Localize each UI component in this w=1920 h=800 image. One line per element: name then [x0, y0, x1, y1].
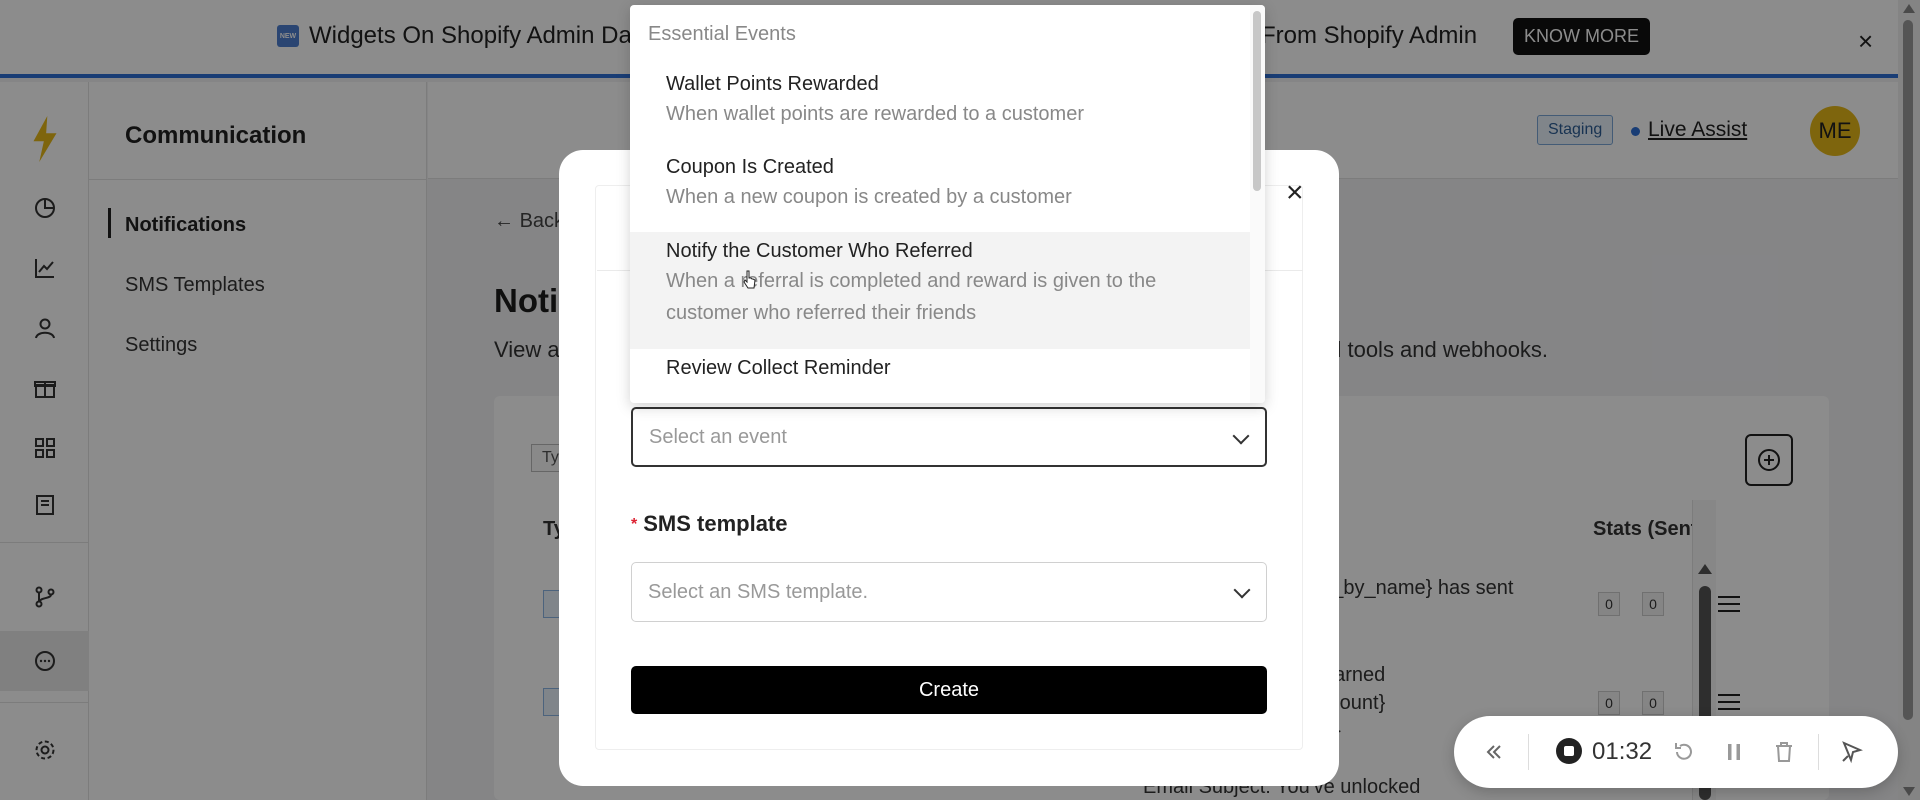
event-select-placeholder: Select an event	[649, 425, 787, 448]
dropdown-option-coupon-is-created[interactable]: Coupon Is Created When a new coupon is c…	[630, 148, 1250, 232]
stop-icon[interactable]	[1556, 738, 1582, 764]
option-title: Review Collect Reminder	[666, 357, 891, 379]
mouse-cursor-icon	[743, 270, 756, 289]
sms-template-label: * SMS template	[631, 511, 788, 537]
option-description: When wallet points are rewarded to a cus…	[666, 103, 1084, 125]
dropdown-scrollbar[interactable]	[1250, 5, 1265, 403]
sms-template-placeholder: Select an SMS template.	[648, 580, 869, 603]
option-description: When a new coupon is created by a custom…	[666, 186, 1072, 208]
pause-icon[interactable]	[1722, 740, 1746, 764]
required-marker: *	[631, 516, 638, 534]
sms-template-label-text: SMS template	[643, 511, 788, 536]
pointer-icon[interactable]	[1840, 740, 1864, 764]
chevron-down-icon	[1233, 581, 1251, 599]
option-title: Coupon Is Created	[666, 156, 834, 178]
dropdown-option-review-collect-reminder[interactable]: Review Collect Reminder	[630, 349, 1250, 403]
dropdown-option-wallet-points-rewarded[interactable]: Wallet Points Rewarded When wallet point…	[630, 65, 1250, 147]
recording-time: 01:32	[1592, 738, 1653, 765]
option-title: Wallet Points Rewarded	[666, 73, 879, 95]
dropdown-group-label: Essential Events	[648, 23, 796, 45]
trash-icon[interactable]	[1772, 740, 1796, 764]
create-button[interactable]: Create	[631, 666, 1267, 714]
rewind-icon[interactable]	[1484, 742, 1504, 762]
sms-template-select[interactable]: Select an SMS template.	[631, 562, 1267, 622]
chevron-down-icon	[1232, 427, 1250, 445]
recorder-widget: 01:32	[1454, 716, 1898, 788]
dropdown-option-notify-referrer[interactable]: Notify the Customer Who Referred When a …	[630, 232, 1250, 349]
restart-icon[interactable]	[1672, 740, 1696, 764]
option-title: Notify the Customer Who Referred	[666, 240, 973, 262]
event-dropdown: Essential Events Wallet Points Rewarded …	[630, 5, 1265, 403]
modal-close-icon[interactable]: ×	[1286, 176, 1304, 210]
event-select[interactable]: Select an event	[631, 407, 1267, 467]
